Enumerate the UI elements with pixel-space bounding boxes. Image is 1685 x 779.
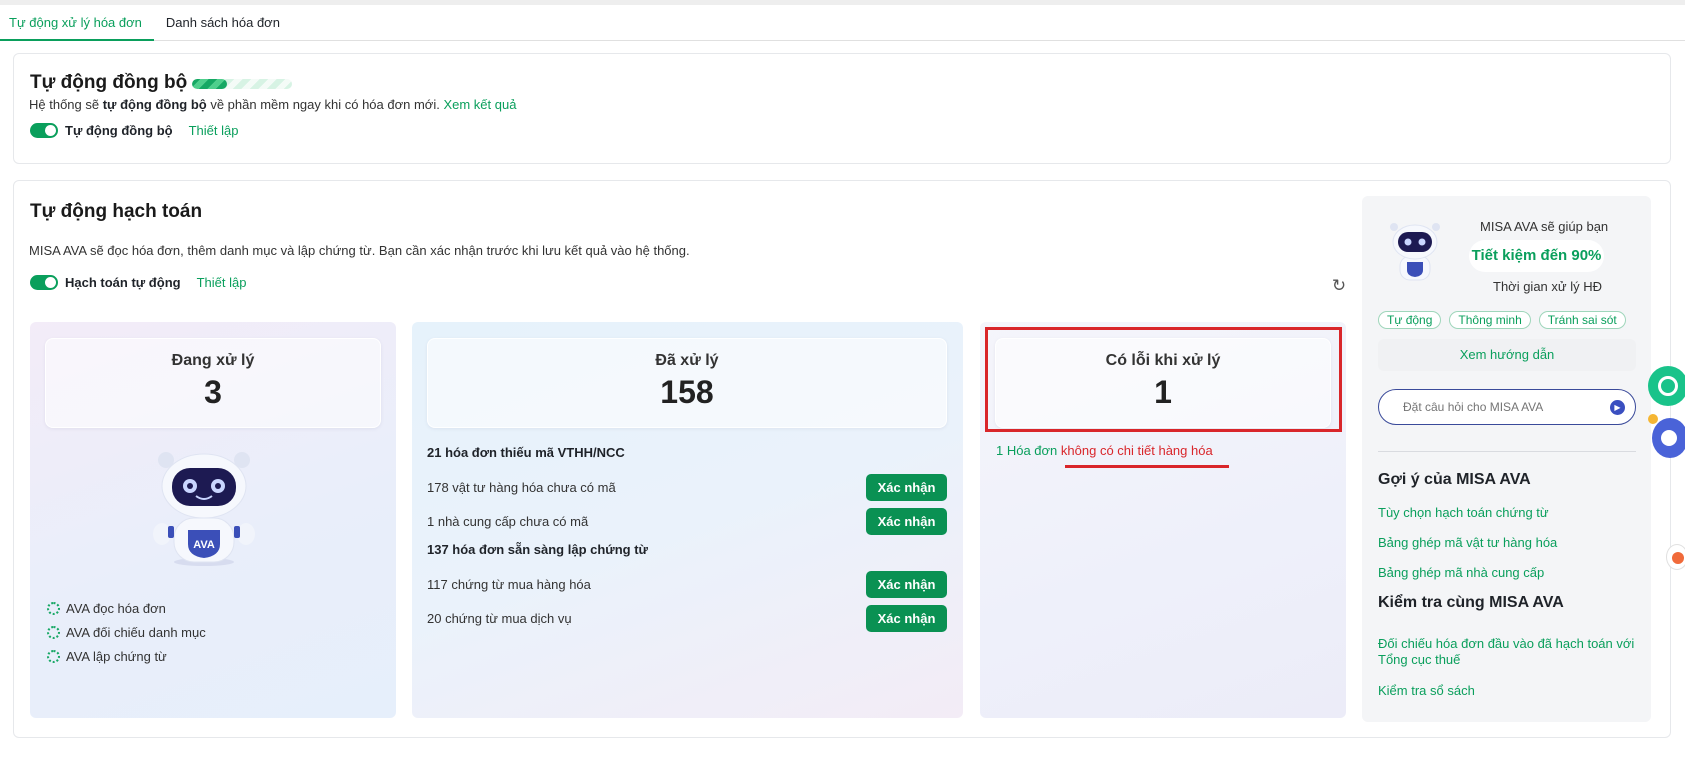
suggest-title: Gợi ý của MISA AVA: [1378, 471, 1531, 488]
processing-time-text: Thời gian xử lý HĐ: [1493, 279, 1602, 294]
chip-smart: Thông minh: [1449, 311, 1531, 329]
ava-robot-small-icon: [1390, 223, 1440, 281]
auto-sync-desc: Hệ thống sẽ tự động đồng bộ về phần mềm …: [29, 97, 516, 112]
view-guide-button[interactable]: Xem hướng dẫn: [1378, 339, 1636, 371]
link-check-books[interactable]: Kiểm tra sổ sách: [1378, 683, 1475, 699]
error-underline-annotation: [1065, 465, 1229, 468]
send-icon[interactable]: ▶: [1610, 400, 1625, 415]
auto-sync-toggle-row: Tự động đồng bộ Thiết lập: [30, 123, 238, 138]
ava-help-text: MISA AVA sẽ giúp bạn: [1480, 219, 1609, 234]
step-label: AVA đọc hóa đơn: [66, 600, 166, 616]
processed-stat: Đã xử lý 158: [427, 338, 947, 428]
auto-accounting-toggle-label: Hạch toán tự động: [65, 275, 181, 290]
ava-robot-icon: AVA: [153, 452, 255, 566]
auto-accounting-desc: MISA AVA sẽ đọc hóa đơn, thêm danh mục v…: [29, 243, 690, 258]
ava-side-panel: MISA AVA sẽ giúp bạn Tiết kiệm đến 90% T…: [1362, 196, 1651, 722]
task-row: 1 nhà cung cấp chưa có mã Xác nhận: [427, 507, 947, 535]
confirm-button[interactable]: Xác nhận: [866, 604, 947, 632]
tab-auto-processing[interactable]: Tự động xử lý hóa đơn: [0, 6, 154, 41]
step-create-voucher: AVA lập chứng từ: [47, 644, 206, 668]
check-title: Kiểm tra cùng MISA AVA: [1378, 594, 1564, 611]
feedback-icon[interactable]: [1666, 544, 1685, 570]
step-label: AVA đối chiếu danh mục: [66, 624, 206, 640]
sync-progress-bar: [192, 79, 292, 89]
auto-sync-title: Tự động đồng bộ: [30, 72, 188, 93]
task-label: 117 chứng từ mua hàng hóa: [427, 576, 591, 592]
desc-prefix: Hệ thống sẽ: [29, 97, 103, 112]
task-row: 117 chứng từ mua hàng hóa Xác nhận: [427, 570, 947, 598]
notification-dot-icon: [1648, 414, 1658, 424]
chat-support-icon[interactable]: [1648, 366, 1685, 406]
loading-spinner-icon: [47, 625, 60, 639]
missing-code-group-title: 21 hóa đơn thiếu mã VTHH/NCC: [427, 445, 625, 460]
chip-avoid-errors: Tránh sai sót: [1538, 311, 1626, 329]
error-highlight-box: [985, 327, 1342, 432]
processing-panel: Đang xử lý 3 AVA AVA đọc hóa đơn AVA đối…: [30, 322, 396, 718]
top-strip: [0, 0, 1685, 5]
feature-chips: Tự động Thông minh Tránh sai sót: [1378, 311, 1626, 329]
ask-ava-input[interactable]: [1403, 400, 1603, 414]
auto-accounting-toggle[interactable]: [30, 275, 58, 290]
community-icon[interactable]: [1652, 418, 1685, 458]
task-label: 20 chứng từ mua dịch vụ: [427, 610, 572, 626]
sync-setup-link[interactable]: Thiết lập: [189, 123, 239, 138]
desc-bold: tự động đồng bộ: [102, 97, 207, 112]
loading-spinner-icon: [47, 649, 60, 663]
saving-highlight: Tiết kiệm đến 90%: [1469, 240, 1604, 272]
step-match-catalog: AVA đối chiếu danh mục: [47, 620, 206, 644]
link-item-code-map[interactable]: Bảng ghép mã vật tư hàng hóa: [1378, 535, 1557, 551]
loading-spinner-icon: [47, 601, 60, 615]
ask-ava-field[interactable]: ▶: [1378, 389, 1636, 425]
processing-steps: AVA đọc hóa đơn AVA đối chiếu danh mục A…: [47, 596, 206, 668]
sync-progress-fill: [192, 79, 227, 89]
tab-bar: Tự động xử lý hóa đơn Danh sách hóa đơn: [0, 6, 1685, 41]
task-row: 20 chứng từ mua dịch vụ Xác nhận: [427, 604, 947, 632]
refresh-icon[interactable]: ↻: [1330, 277, 1348, 295]
ready-voucher-group-title: 137 hóa đơn sẵn sàng lập chứng từ: [427, 542, 648, 557]
no-item-detail-link[interactable]: không có chi tiết hàng hóa: [1061, 443, 1213, 458]
desc-suffix: về phần mềm ngay khi có hóa đơn mới.: [206, 97, 444, 112]
link-tax-reconcile[interactable]: Đối chiếu hóa đơn đầu vào đã hạch toán v…: [1378, 636, 1636, 668]
processed-count: 158: [660, 374, 714, 410]
processing-stat: Đang xử lý 3: [45, 338, 381, 428]
step-read-invoice: AVA đọc hóa đơn: [47, 596, 206, 620]
processed-label: Đã xử lý: [655, 352, 719, 369]
processed-panel: Đã xử lý 158 21 hóa đơn thiếu mã VTHH/NC…: [412, 322, 963, 718]
processing-count: 3: [204, 374, 222, 410]
processing-label: Đang xử lý: [171, 352, 255, 369]
accounting-setup-link[interactable]: Thiết lập: [197, 275, 247, 290]
tab-invoice-list[interactable]: Danh sách hóa đơn: [154, 6, 292, 41]
confirm-button[interactable]: Xác nhận: [866, 473, 947, 501]
task-row: 178 vật tư hàng hóa chưa có mã Xác nhận: [427, 473, 947, 501]
accounting-toggle-row: Hạch toán tự động Thiết lập: [30, 275, 246, 290]
auto-sync-toggle-label: Tự động đồng bộ: [65, 123, 173, 138]
confirm-button[interactable]: Xác nhận: [866, 570, 947, 598]
step-label: AVA lập chứng từ: [66, 648, 167, 664]
chip-auto: Tự động: [1378, 311, 1442, 329]
link-accounting-options[interactable]: Tùy chọn hạch toán chứng từ: [1378, 505, 1549, 521]
auto-accounting-title: Tự động hạch toán: [30, 201, 203, 222]
auto-sync-toggle[interactable]: [30, 123, 58, 138]
view-result-link[interactable]: Xem kết quả: [443, 97, 516, 112]
svg-text:AVA: AVA: [193, 539, 215, 551]
error-detail-line: 1 Hóa đơn không có chi tiết hàng hóa: [996, 443, 1213, 458]
confirm-button[interactable]: Xác nhận: [866, 507, 947, 535]
task-label: 1 nhà cung cấp chưa có mã: [427, 513, 589, 529]
task-label: 178 vật tư hàng hóa chưa có mã: [427, 479, 616, 495]
auto-sync-card: Tự động đồng bộ Hệ thống sẽ tự động đồng…: [13, 53, 1671, 164]
error-prefix: 1 Hóa đơn: [996, 443, 1061, 458]
link-supplier-code-map[interactable]: Bảng ghép mã nhà cung cấp: [1378, 565, 1544, 581]
divider: [1378, 451, 1636, 452]
